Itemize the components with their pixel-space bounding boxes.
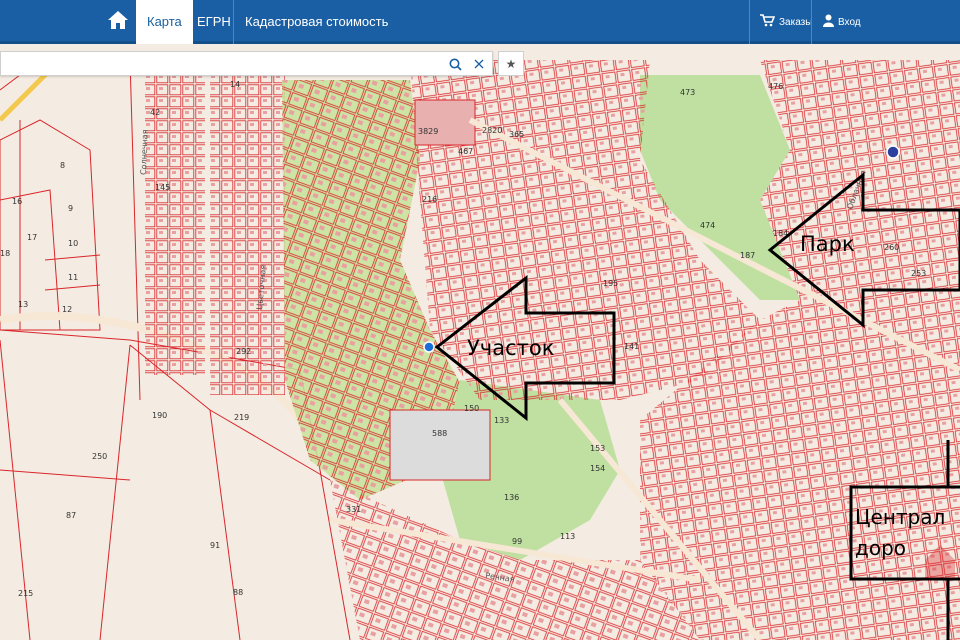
parcel-number: 88: [233, 588, 243, 597]
parcel-number: 141: [624, 342, 639, 351]
home-icon: [107, 10, 129, 35]
parcel-number: 136: [504, 493, 519, 502]
road-label-line2: доро: [855, 536, 906, 560]
road-label-line1: Централ: [855, 505, 945, 529]
parcel-number: 150: [464, 404, 479, 413]
parcel-number: 145: [155, 183, 170, 192]
parcel-number: 292: [236, 347, 251, 356]
parcel-number: 365: [509, 130, 524, 139]
parcel-number: 476: [768, 82, 783, 91]
parcel-number: 13: [18, 300, 28, 309]
parcel-number: 215: [18, 589, 33, 598]
building-block: [414, 99, 476, 146]
home-button[interactable]: [100, 0, 136, 44]
plot-label: Участок: [467, 336, 554, 360]
street-label: Солнечная: [139, 129, 150, 175]
parcel-number: 250: [92, 452, 107, 461]
parcel-number: 331: [346, 505, 361, 514]
parcel-number: 17: [27, 233, 37, 242]
search-input[interactable]: [7, 55, 427, 73]
parcel-number: 253: [911, 269, 926, 278]
cadastral-map[interactable]: 14 42 145 16 9 17 10 18 11 12 13 8 190 2…: [0, 47, 960, 640]
parcel-number: 2820: [482, 126, 502, 135]
clear-icon[interactable]: [469, 55, 489, 73]
orders-button[interactable]: Заказы: [760, 0, 812, 44]
parcel-number: 16: [12, 197, 22, 206]
orders-label: Заказы: [779, 16, 813, 28]
poi-marker[interactable]: [886, 145, 900, 159]
login-button[interactable]: Вход: [823, 0, 861, 44]
parcel-number: 3829: [418, 127, 438, 136]
header-divider: [811, 0, 812, 44]
parcel-grid-column-a: [145, 75, 205, 375]
parcel-number: 190: [152, 411, 167, 420]
parcel-number: 260: [884, 243, 899, 252]
parcel-number: 87: [66, 511, 76, 520]
search-icon[interactable]: [445, 55, 465, 73]
top-navigation-bar: Карта ЕГРН Кадастровая стоимость Заказы …: [0, 0, 960, 44]
tab-map[interactable]: Карта: [136, 0, 193, 44]
parcel-number: 42: [150, 108, 160, 117]
parcel-number: 467: [458, 147, 473, 156]
user-icon: [823, 14, 834, 30]
tab-cadastral-value[interactable]: Кадастровая стоимость: [234, 0, 399, 44]
parcel-number: 9: [68, 204, 73, 213]
cart-icon: [760, 14, 776, 30]
star-icon: ★: [505, 56, 517, 71]
parcel-number: 113: [560, 532, 575, 541]
parcel-number: 91: [210, 541, 220, 550]
parcel-number: 473: [680, 88, 695, 97]
parcel-number: 99: [512, 537, 522, 546]
search-bar: [0, 51, 493, 76]
parcel-number: 12: [62, 305, 72, 314]
parcel-number: 187: [740, 251, 755, 260]
parcel-number: 154: [590, 464, 605, 473]
header-divider: [749, 0, 750, 44]
parcel-number: 474: [700, 221, 715, 230]
parcel-number: 18: [0, 249, 10, 258]
parcel-number: 11: [68, 273, 78, 282]
parcel-number: 588: [432, 429, 447, 438]
industrial-block: [389, 409, 491, 481]
parcel-number: 14: [230, 80, 240, 89]
parcel-number: 10: [68, 239, 78, 248]
login-label: Вход: [838, 16, 861, 28]
parcel-number: 195: [603, 279, 618, 288]
favorite-button[interactable]: ★: [498, 51, 524, 76]
parcel-number: 153: [590, 444, 605, 453]
parcel-number: 216: [422, 195, 437, 204]
parcel-number: 219: [234, 413, 249, 422]
park-label: Парк: [800, 232, 855, 256]
location-marker[interactable]: [423, 341, 435, 353]
parcel-number: 8: [60, 161, 65, 170]
parcel-number: 133: [494, 416, 509, 425]
